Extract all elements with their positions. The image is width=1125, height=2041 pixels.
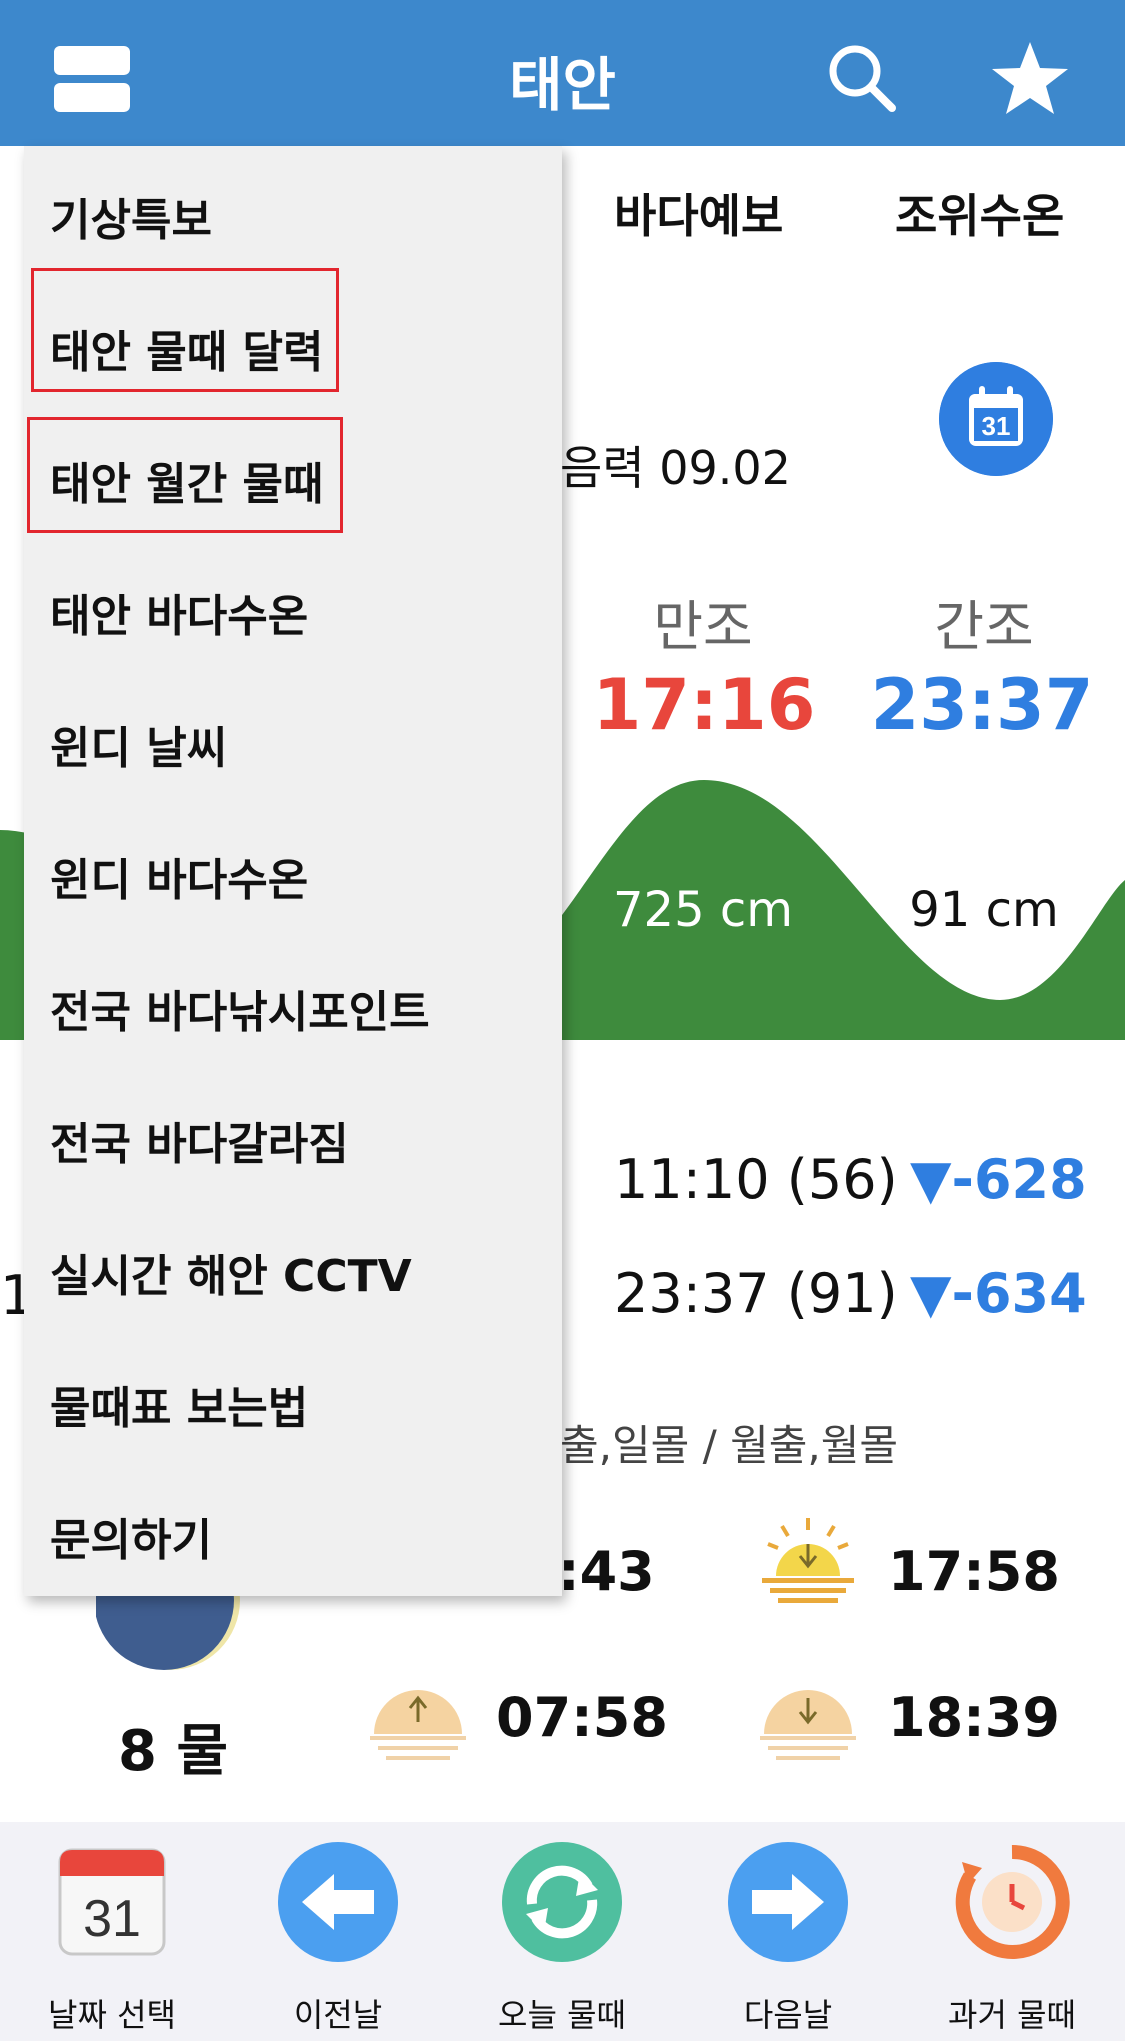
menu-item-fishing-points[interactable]: 전국 바다낚시포인트 xyxy=(50,976,430,1040)
calendar-button-day: 31 xyxy=(982,411,1011,441)
calendar-icon-day: 31 xyxy=(83,1890,141,1948)
date-select-button[interactable]: 31 날짜 선택 xyxy=(22,1842,202,2034)
moonset-time: 18:39 xyxy=(888,1686,1060,1749)
page-title: 태안 xyxy=(509,51,616,119)
calendar-icon: 31 xyxy=(58,1848,166,1956)
menu-item-contact[interactable]: 문의하기 xyxy=(50,1504,212,1568)
moonset-icon xyxy=(760,1690,856,1760)
low-tide-height: 91 cm xyxy=(909,882,1059,938)
app-header: 태안 xyxy=(0,0,1125,146)
high-tide-label: 만조 xyxy=(653,595,753,658)
high-tide-height: 725 cm xyxy=(612,882,794,938)
tide-row-diff: ▼-628 xyxy=(910,1148,1087,1211)
tab-sea-forecast[interactable]: 바다예보 xyxy=(614,180,783,246)
moon-phase-label: 8 물 xyxy=(118,1719,228,1784)
dropdown-menu: 기상특보 태안 물때 달력 태안 월간 물때 태안 바다수온 윈디 날씨 윈디 … xyxy=(24,146,562,1596)
menu-item-windy-weather[interactable]: 윈디 날씨 xyxy=(50,712,227,776)
menu-item-how-to-read[interactable]: 물때표 보는법 xyxy=(50,1372,308,1436)
search-icon[interactable] xyxy=(822,38,902,118)
prev-day-label: 이전날 xyxy=(293,1996,383,2034)
past-tide-label: 과거 물때 xyxy=(948,1996,1076,2034)
history-icon xyxy=(955,1844,1070,1959)
sunrise-time: :43 xyxy=(558,1540,655,1603)
arrow-left-icon xyxy=(278,1842,398,1962)
tab-tide-temp[interactable]: 조위수온 xyxy=(895,180,1064,246)
next-day-button[interactable]: 다음날 xyxy=(698,1842,878,2034)
refresh-icon xyxy=(502,1842,622,1962)
high-tide-time: 17:16 xyxy=(592,664,816,746)
past-tide-button[interactable]: 과거 물때 xyxy=(922,1842,1102,2034)
tide-row-diff: ▼-634 xyxy=(910,1262,1087,1325)
next-day-label: 다음날 xyxy=(743,1996,833,2034)
arrow-right-icon xyxy=(728,1842,848,1962)
sunset-icon xyxy=(762,1518,854,1603)
date-select-label: 날짜 선택 xyxy=(48,1996,176,2034)
menu-item-sea-parting[interactable]: 전국 바다갈라짐 xyxy=(50,1108,349,1172)
sun-moon-label: 출,일몰 / 월출,월몰 xyxy=(560,1421,899,1470)
tide-row-time: 23:37 (91) xyxy=(614,1262,898,1325)
lunar-date: 음력 09.02 xyxy=(560,441,791,495)
highlight-box xyxy=(31,268,339,392)
moonrise-time: 07:58 xyxy=(496,1686,668,1749)
today-tide-button[interactable]: 오늘 물때 xyxy=(472,1842,652,2034)
menu-item-cctv[interactable]: 실시간 해안 CCTV xyxy=(50,1240,412,1304)
highlight-box xyxy=(27,417,343,533)
menu-item-windy-sea-temp[interactable]: 윈디 바다수온 xyxy=(50,844,308,908)
today-tide-label: 오늘 물때 xyxy=(498,1996,626,2034)
low-tide-label: 간조 xyxy=(934,595,1034,658)
calendar-button[interactable]: 31 xyxy=(939,362,1053,476)
prev-day-button[interactable]: 이전날 xyxy=(248,1842,428,2034)
moonrise-icon xyxy=(370,1690,466,1760)
menu-item-sea-temp[interactable]: 태안 바다수온 xyxy=(50,580,308,644)
low-tide-time: 23:37 xyxy=(870,664,1094,746)
menu-item-weather-warning[interactable]: 기상특보 xyxy=(50,184,212,248)
tide-row-time: 11:10 (56) xyxy=(614,1148,898,1211)
sunset-time: 17:58 xyxy=(888,1540,1060,1603)
star-icon[interactable] xyxy=(990,38,1070,118)
